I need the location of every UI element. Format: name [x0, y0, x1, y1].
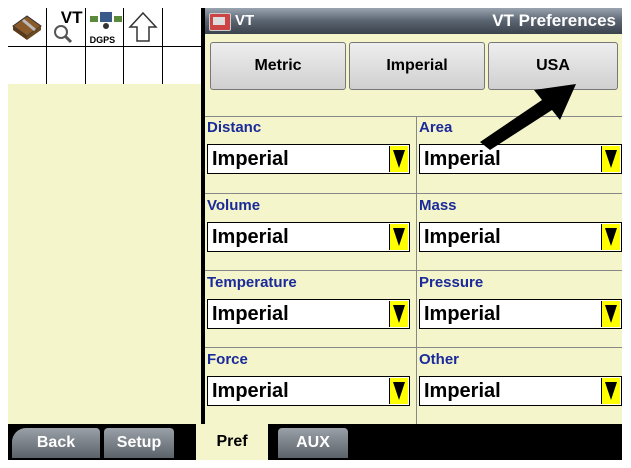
- book-wrench-icon[interactable]: [8, 8, 46, 46]
- dropdown-arrow-icon[interactable]: [389, 378, 408, 404]
- vt-chip-icon: [209, 13, 231, 31]
- page-title: VT Preferences: [492, 11, 616, 30]
- bottom-tab-bar: Back Setup Pref AUX: [8, 424, 622, 460]
- dropdown-arrow-icon[interactable]: [601, 301, 620, 327]
- title-vt: VT: [235, 12, 255, 29]
- tab-aux[interactable]: AUX: [278, 428, 348, 458]
- volume-dropdown[interactable]: Imperial: [207, 222, 410, 252]
- dgps-icon[interactable]: DGPS: [85, 8, 124, 46]
- pressure-value: Imperial: [424, 303, 501, 325]
- back-button[interactable]: Back: [12, 428, 100, 458]
- empty-toolbar-slot: [124, 46, 163, 84]
- other-field: Other Imperial: [417, 348, 625, 424]
- dropdown-arrow-icon[interactable]: [389, 224, 408, 250]
- up-arrow-icon[interactable]: [124, 8, 163, 46]
- mass-label: Mass: [419, 197, 457, 214]
- area-label: Area: [419, 119, 453, 136]
- metric-button[interactable]: Metric: [210, 42, 346, 90]
- dropdown-arrow-icon[interactable]: [601, 146, 620, 172]
- dropdown-arrow-icon[interactable]: [601, 224, 620, 250]
- empty-toolbar-slot: [85, 46, 124, 84]
- dropdown-arrow-icon[interactable]: [389, 301, 408, 327]
- tab-pref[interactable]: Pref: [196, 424, 268, 460]
- temperature-dropdown[interactable]: Imperial: [207, 299, 410, 329]
- dgps-icon-label: DGPS: [89, 34, 116, 45]
- volume-label: Volume: [207, 197, 261, 214]
- force-value: Imperial: [212, 380, 289, 402]
- tab-setup[interactable]: Setup: [104, 428, 174, 458]
- mass-field: Mass Imperial: [417, 194, 625, 270]
- other-value: Imperial: [424, 380, 501, 402]
- distance-label: Distanc: [207, 119, 262, 136]
- volume-field: Volume Imperial: [205, 194, 413, 270]
- distance-field: Distanc Imperial: [205, 116, 413, 192]
- pressure-label: Pressure: [419, 274, 484, 291]
- other-label: Other: [419, 351, 460, 368]
- pointer-arrow-icon: [480, 84, 576, 150]
- distance-value: Imperial: [212, 148, 289, 170]
- empty-toolbar-slot: [163, 8, 201, 46]
- icon-toolbar: VT DGPS: [8, 8, 201, 84]
- title-bar: VT VT Preferences: [205, 8, 622, 34]
- temperature-label: Temperature: [207, 274, 297, 291]
- temperature-value: Imperial: [212, 303, 289, 325]
- force-dropdown[interactable]: Imperial: [207, 376, 410, 406]
- empty-toolbar-slot: [46, 46, 85, 84]
- unit-fields-grid: Distanc Imperial Area Imperial Volume Im…: [205, 116, 622, 424]
- preferences-panel: VT VT Preferences Metric Imperial USA Di…: [205, 8, 622, 424]
- dropdown-arrow-icon[interactable]: [389, 146, 408, 172]
- volume-value: Imperial: [212, 226, 289, 248]
- other-dropdown[interactable]: Imperial: [419, 376, 622, 406]
- mass-dropdown[interactable]: Imperial: [419, 222, 622, 252]
- distance-dropdown[interactable]: Imperial: [207, 144, 410, 174]
- pressure-field: Pressure Imperial: [417, 271, 625, 347]
- imperial-button[interactable]: Imperial: [349, 42, 485, 90]
- vt-screen: VT DGPS VT VT Preferences Metric Imperia…: [8, 8, 622, 460]
- pressure-dropdown[interactable]: Imperial: [419, 299, 622, 329]
- left-panel: VT DGPS: [8, 8, 201, 424]
- vt-search-icon[interactable]: VT: [46, 8, 85, 46]
- area-value: Imperial: [424, 148, 501, 170]
- force-field: Force Imperial: [205, 348, 413, 424]
- temperature-field: Temperature Imperial: [205, 271, 413, 347]
- empty-toolbar-slot: [8, 46, 46, 84]
- empty-toolbar-slot: [163, 46, 201, 84]
- mass-value: Imperial: [424, 226, 501, 248]
- dropdown-arrow-icon[interactable]: [601, 378, 620, 404]
- force-label: Force: [207, 351, 248, 368]
